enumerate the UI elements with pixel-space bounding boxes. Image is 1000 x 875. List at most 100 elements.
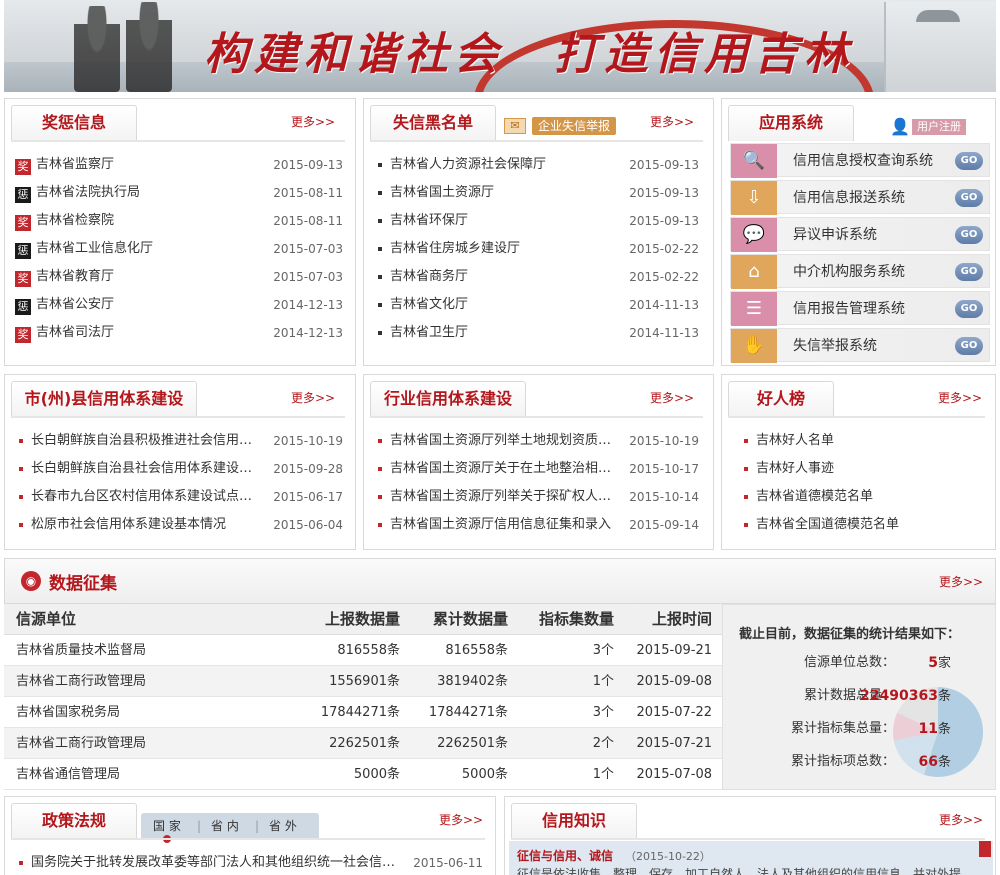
policy-tab[interactable]: 政策法规 xyxy=(11,803,137,839)
city-item-title[interactable]: 松原市社会信用体系建设基本情况 xyxy=(19,515,257,535)
city-list-item[interactable]: 长春市九台区农村信用体系建设试点工作 2015-06-17 xyxy=(19,487,343,507)
blacklist-more-link[interactable]: 更多>> xyxy=(650,113,694,130)
app-system-item[interactable]: ✋ 失信举报系统 GO xyxy=(730,328,990,363)
reward-item-title[interactable]: 奖吉林省司法厅 xyxy=(15,323,114,343)
app-system-item[interactable]: ⌂ 中介机构服务系统 GO xyxy=(730,254,990,289)
policy-more-link[interactable]: 更多>> xyxy=(439,811,483,828)
scroll-up-arrow-icon[interactable] xyxy=(979,841,991,857)
table-row[interactable]: 吉林省通信管理局 5000条 5000条 1个 2015-07-08 xyxy=(4,759,722,790)
reward-more-link[interactable]: 更多>> xyxy=(291,113,335,130)
go-button[interactable]: GO xyxy=(955,189,983,207)
subtab-province[interactable]: 省 内 xyxy=(211,813,239,839)
reward-item-title[interactable]: 奖吉林省教育厅 xyxy=(15,267,114,287)
good-item-name: 吉林好人事迹 xyxy=(756,461,835,476)
good-people-tab[interactable]: 好人榜 xyxy=(728,381,834,417)
good-list-item[interactable]: 吉林好人名单 xyxy=(744,431,834,451)
good-more-link[interactable]: 更多>> xyxy=(938,389,982,406)
reward-list-item[interactable]: 奖吉林省检察院 2015-08-11 xyxy=(15,211,343,231)
industry-list-item[interactable]: 吉林省国土资源厅信用信息征集和录入 2015-09-14 xyxy=(378,515,699,535)
table-row[interactable]: 吉林省工商行政管理局 2262501条 2262501条 2个 2015-07-21 xyxy=(4,728,722,759)
blacklist-list-item[interactable]: 吉林省国土资源厅 2015-09-13 xyxy=(378,183,699,203)
banner-tower xyxy=(884,2,996,92)
industry-more-link[interactable]: 更多>> xyxy=(650,389,694,406)
table-row[interactable]: 吉林省国家税务局 17844271条 17844271条 3个 2015-07-22 xyxy=(4,697,722,728)
reward-punish-tab[interactable]: 奖惩信息 xyxy=(11,105,137,141)
industry-credit-tab[interactable]: 行业信用体系建设 xyxy=(370,381,526,417)
knowledge-tab[interactable]: 信用知识 xyxy=(511,803,637,839)
city-list-item[interactable]: 长白朝鲜族自治县积极推进社会信用体系建设 2015-10-19 xyxy=(19,431,343,451)
blacklist-item-title[interactable]: 吉林省文化厅 xyxy=(378,295,618,315)
user-register-button[interactable]: 👤 用户注册 xyxy=(890,117,980,137)
knowledge-more-link[interactable]: 更多>> xyxy=(939,811,983,828)
go-button[interactable]: GO xyxy=(955,337,983,355)
reward-list-item[interactable]: 奖吉林省司法厅 2014-12-13 xyxy=(15,323,343,343)
bullet-icon xyxy=(378,218,382,223)
blacklist-list-item[interactable]: 吉林省住房城乡建设厅 2015-02-22 xyxy=(378,239,699,259)
industry-list-item[interactable]: 吉林省国土资源厅列举土地规划资质单位信用 2015-10-19 xyxy=(378,431,699,451)
blacklist-list-item[interactable]: 吉林省卫生厅 2014-11-13 xyxy=(378,323,699,343)
go-button[interactable]: GO xyxy=(955,263,983,281)
table-header-row: 信源单位 上报数据量 累计数据量 指标集数量 上报时间 xyxy=(4,604,722,635)
blacklist-list-item[interactable]: 吉林省文化厅 2014-11-13 xyxy=(378,295,699,315)
go-button[interactable]: GO xyxy=(955,152,983,170)
app-systems-tab[interactable]: 应用系统 xyxy=(728,105,854,141)
good-list-item[interactable]: 吉林省全国道德模范名单 xyxy=(744,515,899,535)
reward-item-title[interactable]: 惩吉林省工业信息化厅 xyxy=(15,239,153,259)
industry-item-title[interactable]: 吉林省国土资源厅列举土地规划资质单位信用 xyxy=(378,431,616,451)
app-system-item[interactable]: ☰ 信用报告管理系统 GO xyxy=(730,291,990,326)
knowledge-article[interactable]: 征信与信用、诚信 （2015-10-22） 征信是依法收集、整理、保存、加工自然… xyxy=(509,841,993,875)
subtab-outside[interactable]: 省 外 xyxy=(269,813,297,839)
city-more-link[interactable]: 更多>> xyxy=(291,389,335,406)
reward-list-item[interactable]: 奖吉林省监察厅 2015-09-13 xyxy=(15,155,343,175)
blacklist-item-title[interactable]: 吉林省商务厅 xyxy=(378,267,618,287)
good-item-name: 吉林省道德模范名单 xyxy=(756,489,874,504)
city-item-title[interactable]: 长春市九台区农村信用体系建设试点工作 xyxy=(19,487,257,507)
city-item-title[interactable]: 长白朝鲜族自治县社会信用体系建设工作 xyxy=(19,459,257,479)
industry-item-title[interactable]: 吉林省国土资源厅信用信息征集和录入 xyxy=(378,515,616,535)
blacklist-list-item[interactable]: 吉林省环保厅 2015-09-13 xyxy=(378,211,699,231)
blacklist-item-title[interactable]: 吉林省住房城乡建设厅 xyxy=(378,239,618,259)
hand-icon: ✋ xyxy=(731,329,777,363)
policy-item-title[interactable]: 国务院关于批转发展改革委等部门法人和其他组织统一社会信用代码 xyxy=(19,853,397,873)
go-button[interactable]: GO xyxy=(955,300,983,318)
blacklist-item-title[interactable]: 吉林省环保厅 xyxy=(378,211,618,231)
table-cell: 2015-07-21 xyxy=(636,736,712,751)
reward-item-name: 吉林省司法厅 xyxy=(36,325,115,340)
app-system-item[interactable]: 💬 异议申诉系统 GO xyxy=(730,217,990,252)
data-more-link[interactable]: 更多>> xyxy=(939,573,983,590)
city-list-item[interactable]: 松原市社会信用体系建设基本情况 2015-06-04 xyxy=(19,515,343,535)
city-list-item[interactable]: 长白朝鲜族自治县社会信用体系建设工作 2015-09-28 xyxy=(19,459,343,479)
blacklist-list-item[interactable]: 吉林省商务厅 2015-02-22 xyxy=(378,267,699,287)
blacklist-item-title[interactable]: 吉林省人力资源社会保障厅 xyxy=(378,155,618,175)
app-system-item[interactable]: ⇩ 信用信息报送系统 GO xyxy=(730,180,990,215)
reward-item-title[interactable]: 奖吉林省检察院 xyxy=(15,211,114,231)
good-list-item[interactable]: 吉林好人事迹 xyxy=(744,459,834,479)
table-row[interactable]: 吉林省质量技术监督局 816558条 816558条 3个 2015-09-21 xyxy=(4,635,722,666)
industry-list-item[interactable]: 吉林省国土资源厅列举关于探矿权人信用 2015-10-14 xyxy=(378,487,699,507)
blacklist-item-title[interactable]: 吉林省卫生厅 xyxy=(378,323,618,343)
reward-item-title[interactable]: 惩吉林省公安厅 xyxy=(15,295,114,315)
industry-item-title[interactable]: 吉林省国土资源厅列举关于探矿权人信用 xyxy=(378,487,616,507)
reward-item-title[interactable]: 惩吉林省法院执行局 xyxy=(15,183,140,203)
reward-list-item[interactable]: 惩吉林省公安厅 2014-12-13 xyxy=(15,295,343,315)
blacklist-item-title[interactable]: 吉林省国土资源厅 xyxy=(378,183,618,203)
city-item-title[interactable]: 长白朝鲜族自治县积极推进社会信用体系建设 xyxy=(19,431,257,451)
city-credit-tab[interactable]: 市(州)县信用体系建设 xyxy=(11,381,197,417)
policy-list-item[interactable]: 国务院关于批转发展改革委等部门法人和其他组织统一社会信用代码 2015-06-11 xyxy=(19,853,483,873)
reward-item-title[interactable]: 奖吉林省监察厅 xyxy=(15,155,114,175)
enterprise-report-button[interactable]: ✉ 企业失信举报 xyxy=(504,117,624,135)
app-system-item[interactable]: 🔍 信用信息授权查询系统 GO xyxy=(730,143,990,178)
table-cell: 2262501条 xyxy=(329,736,400,751)
go-button[interactable]: GO xyxy=(955,226,983,244)
blacklist-tab[interactable]: 失信黑名单 xyxy=(370,105,496,141)
blacklist-list-item[interactable]: 吉林省人力资源社会保障厅 2015-09-13 xyxy=(378,155,699,175)
table-row[interactable]: 吉林省工商行政管理局 1556901条 3819402条 1个 2015-09-08 xyxy=(4,666,722,697)
reward-list-item[interactable]: 惩吉林省法院执行局 2015-08-11 xyxy=(15,183,343,203)
industry-list-item[interactable]: 吉林省国土资源厅关于在土地整治相关领域 2015-10-17 xyxy=(378,459,699,479)
reward-list-item[interactable]: 奖吉林省教育厅 2015-07-03 xyxy=(15,267,343,287)
good-list-item[interactable]: 吉林省道德模范名单 xyxy=(744,487,873,507)
upload-screen-icon: ⇩ xyxy=(731,181,777,215)
knowledge-headline[interactable]: 征信与信用、诚信 xyxy=(517,847,613,864)
industry-item-title[interactable]: 吉林省国土资源厅关于在土地整治相关领域 xyxy=(378,459,616,479)
reward-list-item[interactable]: 惩吉林省工业信息化厅 2015-07-03 xyxy=(15,239,343,259)
